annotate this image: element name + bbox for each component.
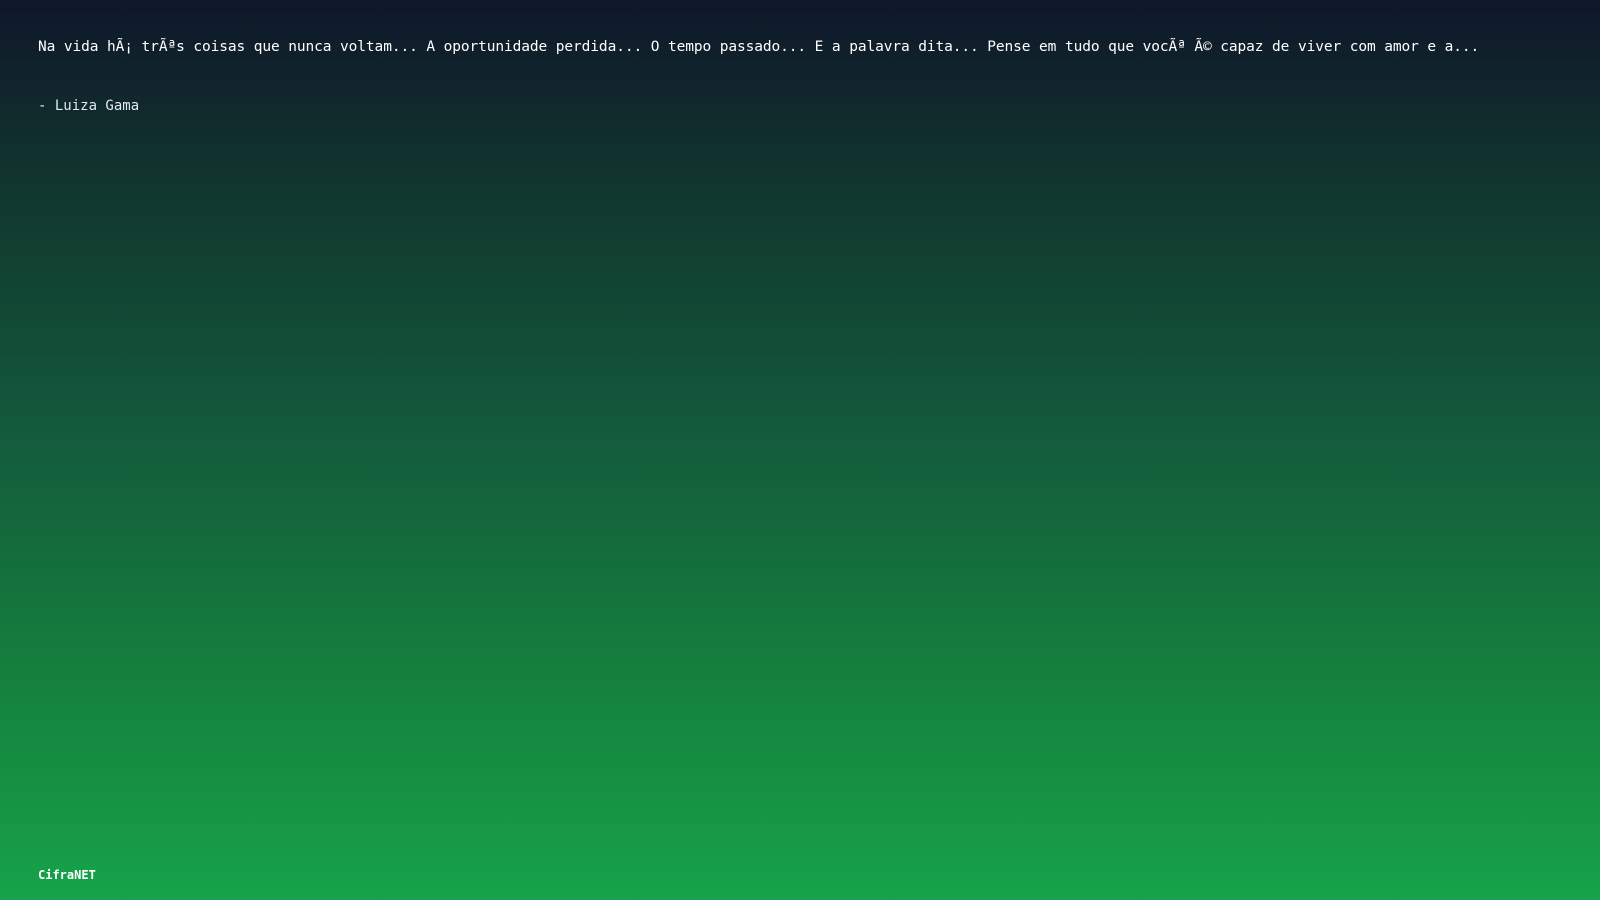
brand-label: CifraNET [38, 868, 96, 882]
quote-author: - Luiza Gama [38, 98, 140, 114]
quote-text: Na vida hÃ¡ trÃªs coisas que nunca volta… [38, 39, 1480, 55]
